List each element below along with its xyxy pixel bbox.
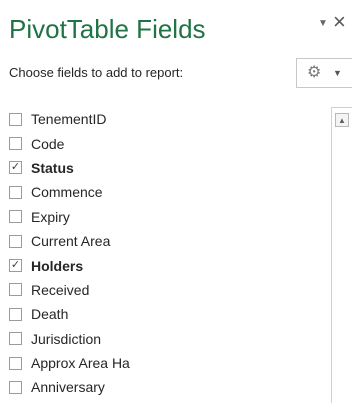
field-checkbox[interactable] xyxy=(9,332,22,346)
field-item[interactable]: Current Area xyxy=(0,229,330,253)
field-item[interactable]: Death xyxy=(0,302,330,326)
field-label: Expiry xyxy=(31,208,70,225)
field-label: Commence xyxy=(31,184,103,201)
field-item[interactable]: Anniversary xyxy=(0,375,330,399)
field-list: TenementID Code ✓ Status Commence Expiry… xyxy=(0,107,330,400)
field-checkbox-checked[interactable]: ✓ xyxy=(9,161,22,175)
vertical-scrollbar[interactable]: ▲ xyxy=(331,107,352,403)
field-item[interactable]: Jurisdiction xyxy=(0,327,330,351)
field-label: TenementID xyxy=(31,111,107,128)
field-label: Status xyxy=(31,159,74,176)
pane-title: PivotTable Fields xyxy=(9,14,206,44)
field-checkbox[interactable] xyxy=(9,380,22,394)
field-checkbox[interactable] xyxy=(9,185,22,199)
field-label: Received xyxy=(31,281,90,298)
field-label: Jurisdiction xyxy=(31,330,102,347)
field-label: Death xyxy=(31,306,69,323)
gear-icon: ⚙ xyxy=(307,64,322,81)
pane-options-dropdown-icon[interactable]: ▼ xyxy=(318,18,328,29)
close-icon[interactable]: × xyxy=(333,10,346,34)
field-label: Code xyxy=(31,135,65,152)
field-item[interactable]: Expiry xyxy=(0,205,330,229)
field-checkbox[interactable] xyxy=(9,112,22,126)
field-checkbox[interactable] xyxy=(9,210,22,224)
field-item[interactable]: Commence xyxy=(0,180,330,204)
scroll-up-arrow-icon[interactable]: ▲ xyxy=(335,113,349,127)
field-checkbox[interactable] xyxy=(9,307,22,321)
field-checkbox[interactable] xyxy=(9,137,22,151)
field-item[interactable]: Received xyxy=(0,278,330,302)
choose-fields-label: Choose fields to add to report: xyxy=(9,65,184,80)
field-item[interactable]: Approx Area Ha xyxy=(0,351,330,375)
field-checkbox[interactable] xyxy=(9,356,22,370)
field-label: Current Area xyxy=(31,233,111,250)
field-label: Holders xyxy=(31,257,84,274)
field-item[interactable]: Code xyxy=(0,131,330,155)
field-label: Anniversary xyxy=(31,379,105,396)
field-item[interactable]: ✓ Status xyxy=(0,156,330,180)
field-item[interactable]: ✓ Holders xyxy=(0,253,330,277)
field-item[interactable]: TenementID xyxy=(0,107,330,131)
field-checkbox[interactable] xyxy=(9,283,22,297)
field-checkbox-checked[interactable]: ✓ xyxy=(9,259,22,273)
field-checkbox[interactable] xyxy=(9,234,22,248)
field-label: Approx Area Ha xyxy=(31,355,130,372)
tools-button[interactable]: ⚙ ▼ xyxy=(296,58,352,88)
caret-down-icon: ▼ xyxy=(333,68,342,78)
